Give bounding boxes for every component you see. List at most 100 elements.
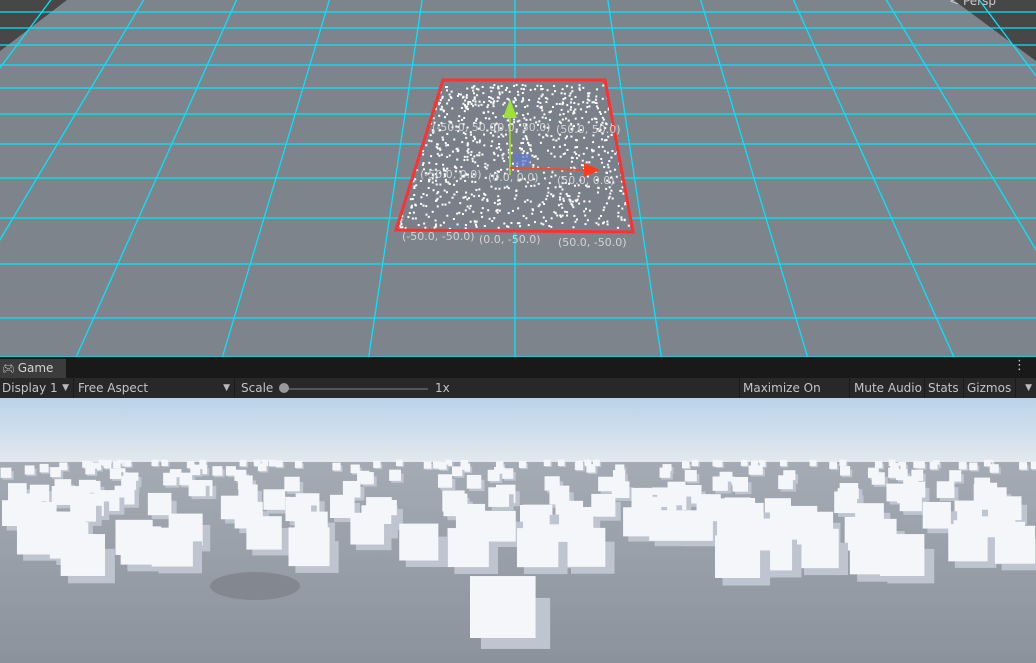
- spawn-point: [453, 193, 456, 196]
- coord-label: (-50.0, -50.0): [402, 230, 475, 243]
- spawn-point: [455, 190, 458, 193]
- coord-label: (-50.0, 0.0): [420, 168, 482, 181]
- gamepad-icon: 🎮︎: [2, 364, 15, 375]
- spawn-point: [574, 117, 577, 120]
- cube: [712, 476, 728, 491]
- spawn-point: [494, 187, 497, 190]
- spawn-point: [581, 164, 584, 167]
- spawn-point: [542, 171, 545, 174]
- spawn-point: [443, 189, 446, 192]
- cube: [423, 461, 432, 469]
- spawn-point: [530, 149, 533, 152]
- tab-game[interactable]: 🎮︎ Game: [0, 359, 66, 378]
- spawn-point: [606, 151, 609, 154]
- gizmos-toggle[interactable]: Gizmos: [964, 378, 1016, 398]
- spawn-point: [566, 104, 569, 107]
- spawn-point: [498, 143, 501, 146]
- spawn-point: [520, 100, 523, 103]
- spawn-point: [493, 84, 496, 87]
- spawn-point: [436, 143, 439, 146]
- spawn-point: [492, 134, 495, 137]
- spawn-point: [472, 210, 475, 213]
- spawn-point: [493, 201, 496, 204]
- spawn-point: [414, 217, 417, 220]
- stats-toggle[interactable]: Stats: [925, 378, 964, 398]
- cube: [103, 461, 112, 469]
- spawn-point: [592, 101, 595, 104]
- spawn-point: [466, 105, 469, 108]
- spawn-point: [554, 90, 557, 93]
- game-view[interactable]: [0, 398, 1036, 663]
- spawn-point: [520, 87, 523, 90]
- persp-toggle[interactable]: < Persp: [949, 0, 996, 8]
- spawn-point: [476, 154, 479, 157]
- spawn-point: [473, 220, 476, 223]
- spawn-point: [558, 198, 561, 201]
- spawn-point: [577, 195, 580, 198]
- spawn-point: [441, 96, 444, 99]
- spawn-point: [597, 187, 600, 190]
- spawn-point: [516, 90, 519, 93]
- spawn-point: [602, 118, 605, 121]
- spawn-point: [469, 101, 472, 104]
- more-options-icon[interactable]: ⋮: [1013, 358, 1026, 373]
- spawn-point: [439, 224, 442, 227]
- cube: [1019, 462, 1028, 470]
- spawn-point: [601, 145, 604, 148]
- spawn-point: [515, 190, 518, 193]
- cube: [922, 501, 951, 529]
- spawn-point: [491, 97, 494, 100]
- spawn-point: [411, 217, 414, 220]
- cube: [109, 468, 122, 479]
- spawn-point: [510, 151, 513, 154]
- spawn-point: [462, 102, 465, 105]
- aspect-dropdown[interactable]: Free Aspect ▼: [74, 378, 235, 398]
- spawn-point: [584, 214, 587, 217]
- spawn-point: [501, 157, 504, 160]
- cube: [212, 466, 223, 476]
- spawn-point: [465, 136, 468, 139]
- spawn-point: [480, 103, 483, 106]
- mute-audio-toggle[interactable]: Mute Audio: [850, 378, 925, 398]
- spawn-point: [517, 93, 520, 96]
- spawn-point: [412, 211, 415, 214]
- spawn-point: [463, 110, 466, 113]
- spawn-point: [417, 224, 420, 227]
- gizmos-dropdown[interactable]: ▼: [1016, 378, 1036, 398]
- spawn-point: [487, 209, 490, 212]
- maximize-on-play-toggle[interactable]: Maximize On Play: [740, 378, 850, 415]
- spawn-point: [444, 142, 447, 145]
- spawn-point: [504, 89, 507, 92]
- spawn-point: [533, 184, 536, 187]
- spawn-point: [551, 171, 554, 174]
- spawn-point: [448, 154, 451, 157]
- spawn-point: [567, 110, 570, 113]
- spawn-point: [561, 222, 564, 225]
- spawn-point: [422, 204, 425, 207]
- spawn-point: [602, 84, 605, 87]
- spawn-point: [475, 189, 478, 192]
- spawn-point: [460, 106, 463, 109]
- spawn-point: [487, 110, 490, 113]
- spawn-point: [472, 89, 475, 92]
- spawn-point: [588, 99, 591, 102]
- display-dropdown[interactable]: Display 1 ▼: [0, 378, 74, 398]
- spawn-point: [537, 205, 540, 208]
- spawn-point: [617, 215, 620, 218]
- scene-view[interactable]: < Persp (-50.0, 50.0) (0.0, 50.0) (50.0,…: [0, 0, 1036, 357]
- spawn-point: [451, 150, 454, 153]
- spawn-point: [527, 224, 530, 227]
- scale-slider-track[interactable]: [288, 388, 428, 390]
- scale-slider-handle[interactable]: [279, 383, 289, 393]
- spawn-point: [442, 163, 445, 166]
- spawn-point: [548, 182, 551, 185]
- cube: [502, 468, 514, 479]
- spawn-point: [536, 84, 539, 87]
- spawn-point: [431, 181, 434, 184]
- spawn-point: [482, 111, 485, 114]
- spawn-point: [573, 166, 576, 169]
- spawn-point: [484, 117, 487, 120]
- spawn-point: [605, 187, 608, 190]
- spawn-point: [472, 99, 475, 102]
- spawn-point: [469, 204, 472, 207]
